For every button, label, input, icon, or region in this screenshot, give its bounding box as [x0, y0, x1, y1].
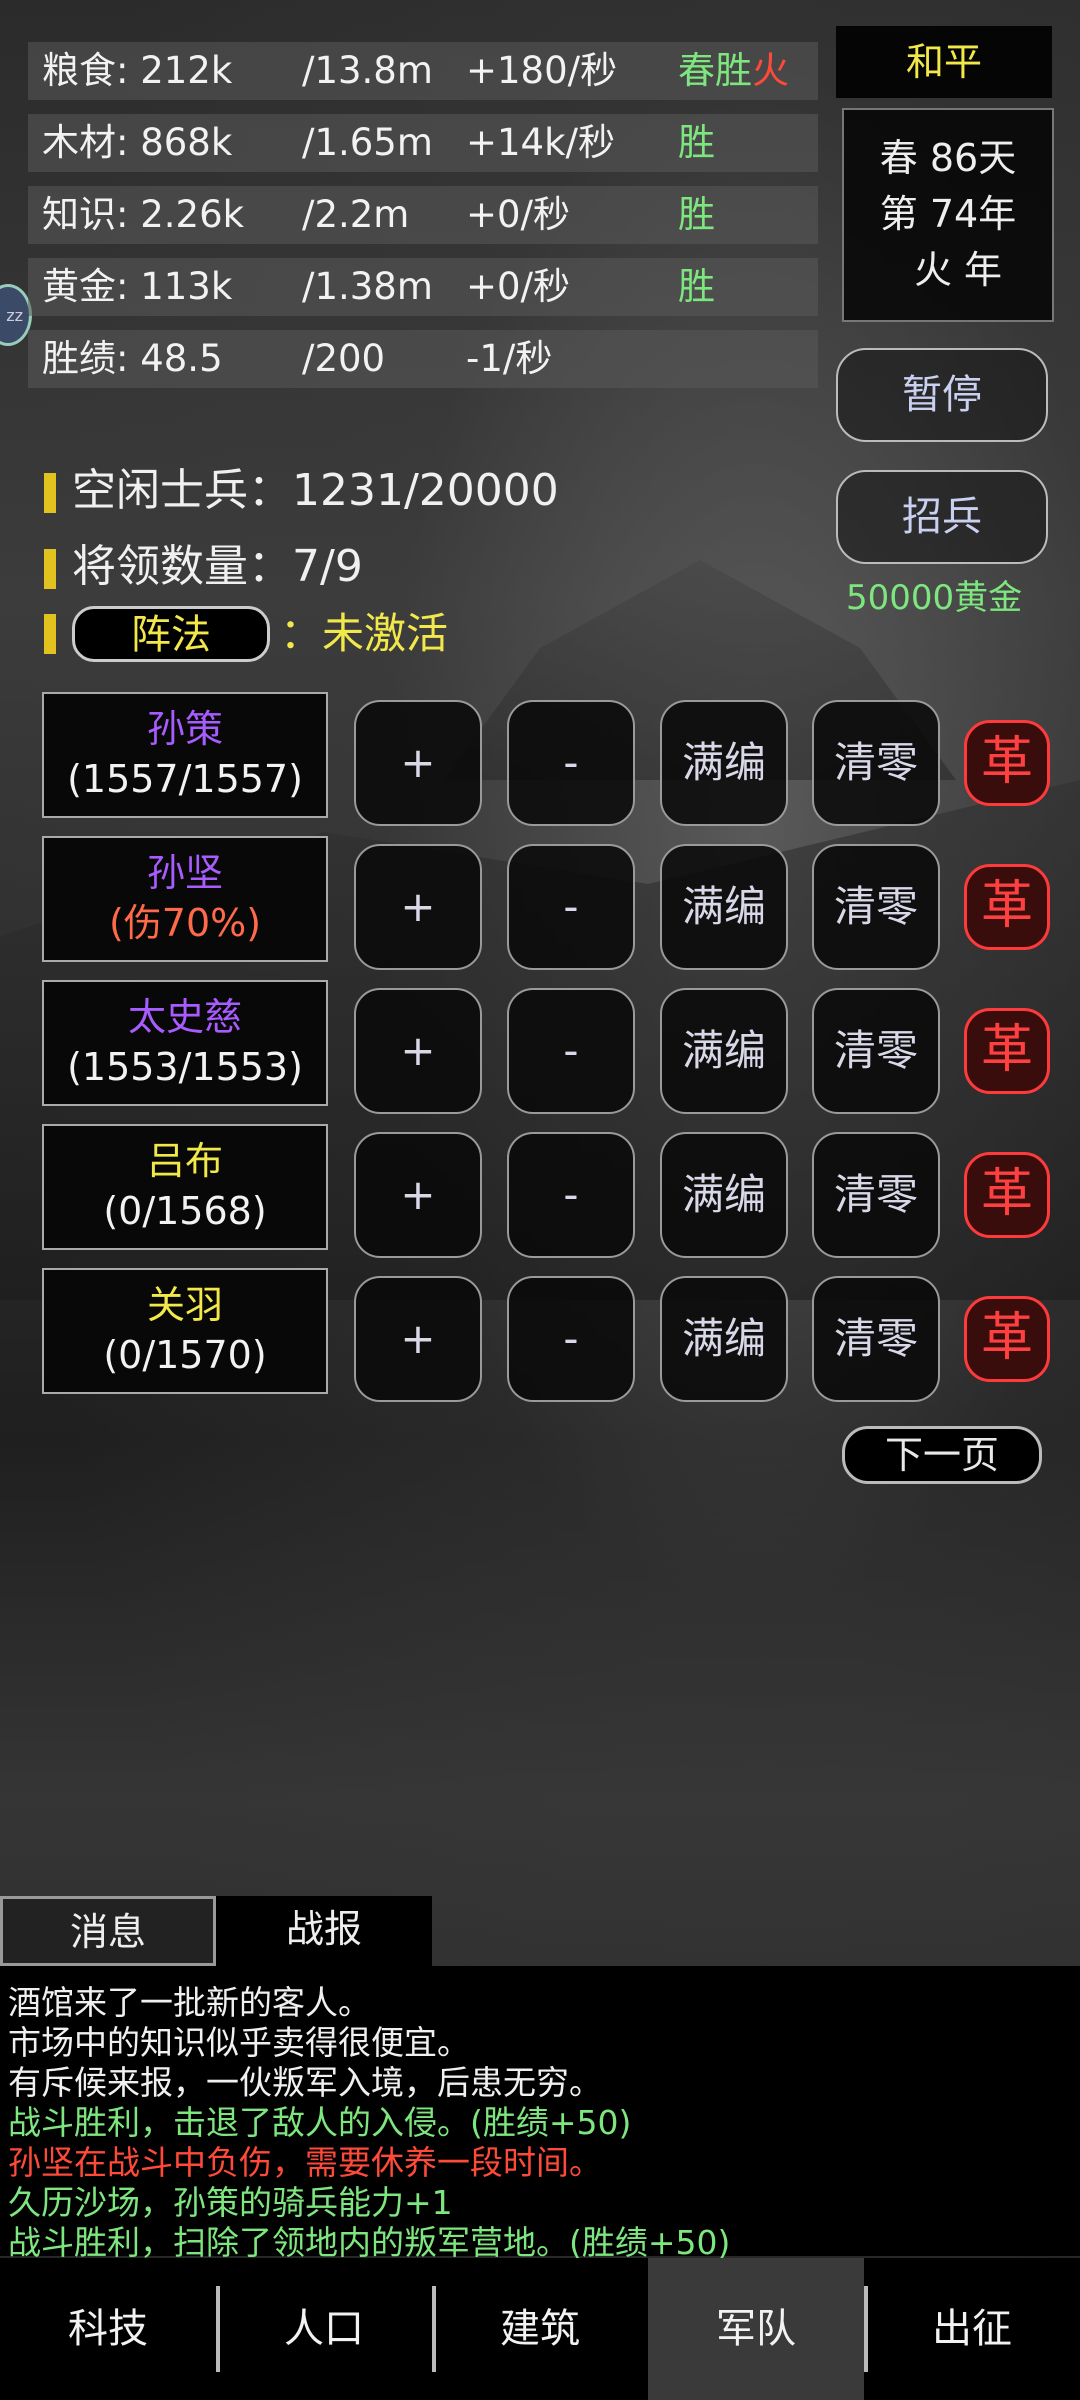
remove-troops-button[interactable]: -: [507, 700, 635, 826]
general-troops: (0/1570): [103, 1333, 267, 1377]
resource-amount: 木材: 868k: [42, 121, 233, 164]
resource-status: 胜: [678, 265, 715, 308]
general-card-taishici[interactable]: 太史慈 (1553/1553): [42, 980, 328, 1106]
remove-troops-button[interactable]: -: [507, 988, 635, 1114]
resource-status: 胜: [678, 121, 715, 164]
general-troops: (伤70%): [108, 901, 262, 945]
general-name: 关羽: [146, 1283, 223, 1327]
bottom-nav: 科技 人口 建筑 军队 出征: [0, 2258, 1080, 2400]
remove-troops-button[interactable]: -: [507, 1132, 635, 1258]
general-troops: (1557/1557): [67, 757, 303, 801]
dismiss-general-button[interactable]: 革: [964, 720, 1050, 806]
general-card-lvbu[interactable]: 吕布 (0/1568): [42, 1124, 328, 1250]
nav-population[interactable]: 人口: [216, 2258, 432, 2400]
resource-row-knowledge: 知识: 2.26k /2.2m +0/秒 胜: [28, 186, 818, 244]
resource-amount: 知识: 2.26k: [42, 193, 245, 236]
year-number: 第 74年: [879, 192, 1017, 236]
season-day: 春 86天: [879, 136, 1017, 180]
remove-troops-button[interactable]: -: [507, 844, 635, 970]
clear-troops-button[interactable]: 清零: [812, 988, 940, 1114]
clear-troops-button[interactable]: 清零: [812, 700, 940, 826]
generals-count: 将领数量：7/9: [44, 530, 363, 594]
resource-rate: -1/秒: [466, 337, 553, 380]
add-troops-button[interactable]: +: [354, 844, 482, 970]
resource-rate: +180/秒: [466, 49, 618, 92]
resource-capacity: /200: [302, 337, 386, 380]
fill-troops-button[interactable]: 满编: [660, 700, 788, 826]
log-line: 战斗胜利，扫除了领地内的叛军营地。(胜绩+50): [8, 2223, 731, 2262]
dismiss-general-button[interactable]: 革: [964, 1008, 1050, 1094]
dismiss-general-button[interactable]: 革: [964, 864, 1050, 950]
resource-row-wood: 木材: 868k /1.65m +14k/秒 胜: [28, 114, 818, 172]
peace-status: 和平: [836, 26, 1052, 98]
tab-messages[interactable]: 消息: [0, 1896, 216, 1966]
resource-status: 胜: [678, 193, 715, 236]
formation-button[interactable]: 阵法: [72, 606, 270, 662]
resource-capacity: /2.2m: [302, 193, 410, 236]
add-troops-button[interactable]: +: [354, 1276, 482, 1402]
next-page-button[interactable]: 下一页: [842, 1426, 1042, 1484]
element-year: 火 年: [913, 248, 1003, 292]
general-name: 孙坚: [146, 851, 223, 895]
add-troops-button[interactable]: +: [354, 988, 482, 1114]
clear-troops-button[interactable]: 清零: [812, 1276, 940, 1402]
general-name: 吕布: [146, 1139, 223, 1183]
pause-button[interactable]: 暂停: [836, 348, 1048, 442]
general-troops: (0/1568): [103, 1189, 267, 1233]
clear-troops-button[interactable]: 清零: [812, 844, 940, 970]
nav-tech[interactable]: 科技: [0, 2258, 216, 2400]
message-log: 酒馆来了一批新的客人。 市场中的知识似乎卖得很便宜。 有斥候来报，一伙叛军入境，…: [0, 1966, 1080, 2262]
general-card-sunjian[interactable]: 孙坚 (伤70%): [42, 836, 328, 962]
fill-troops-button[interactable]: 满编: [660, 1276, 788, 1402]
add-troops-button[interactable]: +: [354, 700, 482, 826]
resource-rate: +0/秒: [466, 265, 571, 308]
dismiss-general-button[interactable]: 革: [964, 1296, 1050, 1382]
formation-marker: [44, 606, 72, 657]
fill-troops-button[interactable]: 满编: [660, 844, 788, 970]
calendar-box: 春 86天 第 74年 火 年: [842, 108, 1054, 322]
general-troops: (1553/1553): [67, 1045, 303, 1089]
idle-soldiers: 空闲士兵：1231/20000: [44, 454, 559, 518]
recruit-cost: 50000黄金: [846, 578, 1023, 618]
resource-capacity: /13.8m: [302, 49, 433, 92]
fill-troops-button[interactable]: 满编: [660, 1132, 788, 1258]
tab-battle-report[interactable]: 战报: [216, 1896, 432, 1966]
dismiss-general-button[interactable]: 革: [964, 1152, 1050, 1238]
resource-row-victory: 胜绩: 48.5 /200 -1/秒: [28, 330, 818, 388]
nav-army[interactable]: 军队: [648, 2258, 864, 2400]
resource-amount: 胜绩: 48.5: [42, 337, 223, 380]
resource-capacity: /1.65m: [302, 121, 433, 164]
general-name: 孙策: [146, 707, 223, 751]
fill-troops-button[interactable]: 满编: [660, 988, 788, 1114]
resource-amount: 粮食: 212k: [42, 49, 233, 92]
remove-troops-button[interactable]: -: [507, 1276, 635, 1402]
general-name: 太史慈: [127, 995, 242, 1039]
resource-rate: +14k/秒: [466, 121, 615, 164]
general-card-guanyu[interactable]: 关羽 (0/1570): [42, 1268, 328, 1394]
clear-troops-button[interactable]: 清零: [812, 1132, 940, 1258]
nav-expedition[interactable]: 出征: [864, 2258, 1080, 2400]
resource-amount: 黄金: 113k: [42, 265, 233, 308]
resource-rate: +0/秒: [466, 193, 571, 236]
general-card-sunce[interactable]: 孙策 (1557/1557): [42, 692, 328, 818]
formation-status: ：未激活: [280, 609, 449, 658]
recruit-button[interactable]: 招兵: [836, 470, 1048, 564]
resource-capacity: /1.38m: [302, 265, 433, 308]
add-troops-button[interactable]: +: [354, 1132, 482, 1258]
resource-row-food: 粮食: 212k /13.8m +180/秒 春胜火: [28, 42, 818, 100]
nav-buildings[interactable]: 建筑: [432, 2258, 648, 2400]
resource-status: 春胜火: [678, 49, 789, 92]
resource-row-gold: 黄金: 113k /1.38m +0/秒 胜: [28, 258, 818, 316]
